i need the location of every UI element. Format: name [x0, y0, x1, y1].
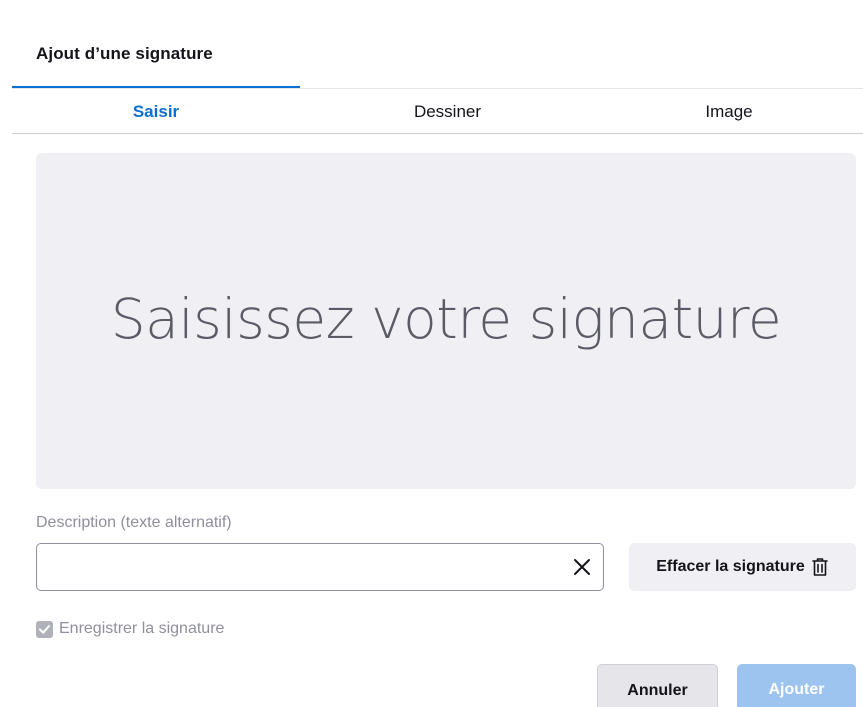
save-signature-label: Enregistrer la signature — [59, 620, 225, 637]
signature-input-area[interactable]: Saisissez votre signature — [36, 153, 856, 489]
add-signature-dialog: Ajout d’une signature Saisir Dessiner Im… — [0, 0, 863, 707]
tab-type[interactable]: Saisir — [12, 89, 300, 135]
dialog-title: Ajout d’une signature — [36, 44, 213, 63]
erase-signature-button[interactable]: Effacer la signature — [629, 543, 856, 591]
trash-icon — [811, 557, 829, 577]
save-signature-checkbox[interactable] — [36, 620, 53, 638]
cancel-button[interactable]: Annuler — [597, 664, 718, 707]
close-icon[interactable] — [571, 556, 593, 578]
save-signature-option[interactable]: Enregistrer la signature — [36, 618, 224, 640]
description-input[interactable] — [47, 544, 571, 592]
signature-placeholder: Saisissez votre signature — [110, 287, 782, 351]
tab-bar: Saisir Dessiner Image — [12, 88, 863, 134]
tab-image[interactable]: Image — [595, 89, 863, 135]
description-field — [36, 543, 604, 592]
description-label: Description (texte alternatif) — [36, 514, 232, 531]
add-button[interactable]: Ajouter — [737, 664, 856, 707]
tab-draw[interactable]: Dessiner — [300, 89, 595, 135]
erase-signature-label: Effacer la signature — [656, 558, 805, 575]
